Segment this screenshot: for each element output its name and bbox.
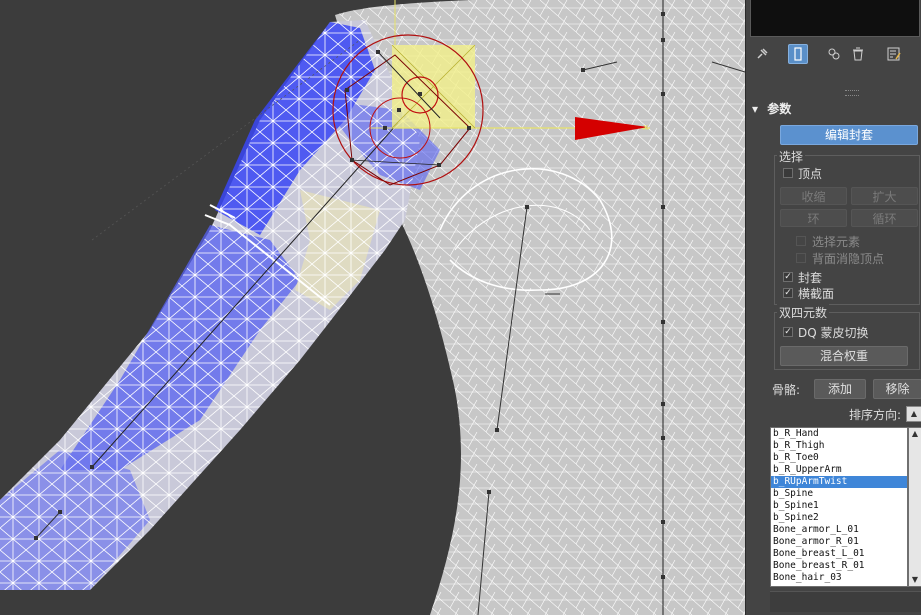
modifier-stack-view[interactable] (750, 0, 920, 37)
panel-footer (770, 591, 921, 612)
select-group (774, 155, 920, 305)
vertices-label: 顶点 (798, 167, 823, 181)
cross-sections-checkbox[interactable]: ✓ (783, 288, 793, 298)
bone-list-scrollbar[interactable]: ▲ ▼ (908, 427, 921, 587)
ring-button[interactable]: 环 (780, 209, 847, 227)
cross-sections-label: 横截面 (798, 287, 835, 301)
modifier-toolbar (746, 42, 921, 68)
bone-list-item[interactable]: Bone_hair_03 (771, 572, 907, 584)
viewport-canvas[interactable]: x (0, 0, 745, 615)
configure-icon[interactable] (884, 44, 904, 64)
bone-list-item[interactable]: Bone_breast_L_01 (771, 548, 907, 560)
select-group-title: 选择 (777, 148, 806, 165)
collapse-icon: ▾ (752, 102, 759, 116)
bone-list-item[interactable]: b_Spine1 (771, 500, 907, 512)
bone-list-item[interactable]: Bone_breast_R_01 (771, 560, 907, 572)
rollout-title: 参数 (767, 102, 792, 116)
bone-list-item[interactable]: Bone_armor_R_01 (771, 536, 907, 548)
bones-label: 骨骼: (772, 383, 801, 397)
envelopes-checkbox[interactable]: ✓ (783, 272, 793, 282)
bone-list-item[interactable]: b_Spine (771, 488, 907, 500)
pin-icon[interactable] (752, 44, 772, 64)
bone-list-item[interactable]: b_R_Thigh (771, 440, 907, 452)
sort-ascending-icon[interactable]: ▲ (906, 406, 921, 422)
blend-weights-button[interactable]: 混合权重 (780, 346, 908, 366)
bone-list-item[interactable]: b_Spine2 (771, 512, 907, 524)
remove-bone-button[interactable]: 移除 (873, 379, 921, 399)
backface-cull-checkbox[interactable] (796, 253, 806, 263)
panel-grip[interactable] (845, 90, 859, 96)
select-element-label: 选择元素 (812, 235, 861, 249)
grow-button[interactable]: 扩大 (851, 187, 918, 205)
envelopes-label: 封套 (798, 271, 823, 285)
add-bone-button[interactable]: 添加 (814, 379, 866, 399)
backface-cull-label: 背面消隐顶点 (812, 252, 885, 266)
viewport[interactable]: x (0, 0, 745, 615)
bone-list-item[interactable]: b_R_Toe0 (771, 452, 907, 464)
bone-list[interactable]: b_R_Hand b_R_Thigh b_R_Toe0 b_R_UpperArm b_R… (770, 427, 908, 587)
parameters-rollout-header[interactable]: ▾ 参数 (752, 100, 921, 118)
vertices-checkbox[interactable] (783, 168, 793, 178)
dq-group-title: 双四元数 (777, 304, 830, 321)
bone-list-item[interactable]: b_R_UpperArm (771, 464, 907, 476)
select-element-checkbox[interactable] (796, 236, 806, 246)
scroll-up-icon[interactable]: ▲ (909, 428, 921, 440)
dq-skin-toggle-checkbox[interactable]: ✓ (783, 327, 793, 337)
loop-button[interactable]: 循环 (851, 209, 918, 227)
bone-list-item[interactable]: b_R_Hand (771, 428, 907, 440)
command-panel: ▾ 参数 编辑封套 选择 顶点 收缩 扩大 环 循环 选择元素 背面消隐顶点 ✓… (745, 0, 921, 615)
sort-direction-label: 排序方向: (849, 408, 902, 422)
modifier-stack-icon[interactable] (788, 44, 808, 64)
bone-list-item[interactable]: b_RUpArmTwist (771, 476, 907, 488)
make-unique-icon[interactable] (824, 44, 844, 64)
edit-envelopes-button[interactable]: 编辑封套 (780, 125, 918, 145)
scroll-down-icon[interactable]: ▼ (909, 574, 921, 586)
shrink-button[interactable]: 收缩 (780, 187, 847, 205)
bone-list-item[interactable]: Bone_armor_L_01 (771, 524, 907, 536)
delete-icon[interactable] (848, 44, 868, 64)
svg-text:x: x (643, 123, 649, 133)
dq-skin-toggle-label: DQ 蒙皮切换 (798, 326, 869, 340)
